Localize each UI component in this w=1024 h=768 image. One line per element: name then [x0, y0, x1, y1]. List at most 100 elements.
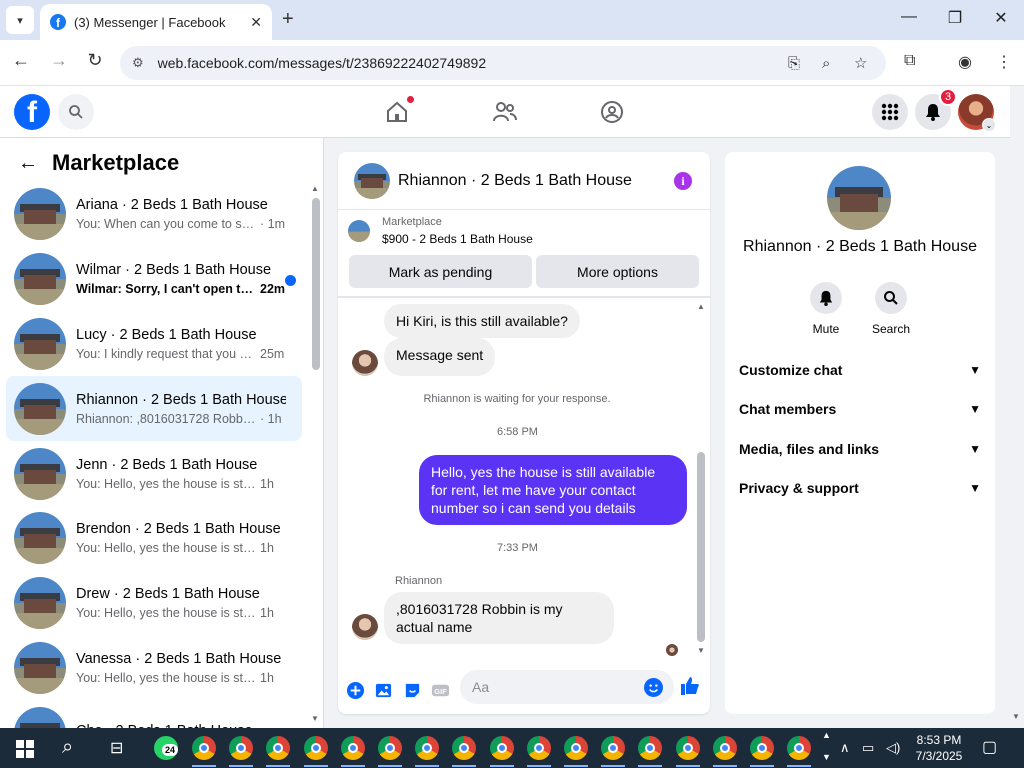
mark-as-pending-button[interactable]: Mark as pending — [349, 255, 532, 288]
chrome-icon[interactable] — [564, 736, 588, 760]
notifications-button[interactable]: 3 — [915, 88, 957, 130]
list-item[interactable]: Drew · 2 Beds 1 Bath House You: Hello, ye… — [6, 571, 302, 636]
chrome-icon[interactable] — [229, 736, 254, 760]
list-item[interactable]: Brendon · 2 Beds 1 Bath House You: Hello,… — [6, 506, 302, 571]
page-scroll-down-arrow[interactable]: ▼ — [1012, 712, 1020, 721]
customize-chat-row[interactable]: Customize chat ▼ — [739, 356, 981, 384]
sender-avatar[interactable] — [352, 350, 378, 376]
mute-button[interactable]: Mute — [796, 282, 856, 336]
emoji-button[interactable] — [644, 678, 663, 697]
list-item[interactable]: Vanessa · 2 Beds 1 Bath House You: Hello,… — [6, 636, 302, 701]
list-item[interactable]: Che · 2 Beds 1 Bath House — [6, 700, 302, 728]
outgoing-message[interactable]: Hello, yes the house is still available … — [419, 455, 687, 525]
search-in-chat-button[interactable]: Search — [861, 282, 921, 336]
chat-header[interactable]: Rhiannon · 2 Beds 1 Bath House i — [338, 152, 710, 210]
browser-tab[interactable]: f (3) Messenger | Facebook ✕ — [40, 4, 272, 40]
chrome-icon[interactable] — [787, 736, 812, 760]
sender-avatar[interactable] — [352, 614, 378, 640]
maximize-button[interactable]: ❐ — [940, 8, 970, 28]
chrome-icon[interactable] — [526, 736, 551, 760]
facebook-logo-icon[interactable]: f — [14, 94, 50, 130]
message-input[interactable] — [460, 670, 674, 704]
reload-button[interactable]: ↻ — [82, 50, 108, 71]
chrome-icon[interactable] — [675, 736, 700, 760]
unread-indicator — [285, 274, 296, 286]
more-actions-button[interactable] — [345, 680, 365, 700]
profile-icon[interactable]: ◉ — [958, 52, 972, 72]
zoom-icon[interactable]: ⌕ — [822, 46, 830, 80]
network-icon[interactable]: ▭ — [862, 740, 874, 756]
address-bar[interactable]: ⚙ web.facebook.com/messages/t/2386922240… — [120, 46, 886, 80]
list-item[interactable]: Rhiannon · 2 Beds 1 Bath House Rhiannon: … — [6, 376, 302, 442]
scroll-up-arrow[interactable]: ▲ — [697, 302, 705, 311]
list-item[interactable]: Wilmar · 2 Beds 1 Bath House Wilmar: Sorr… — [6, 247, 302, 312]
chrome-icon[interactable] — [303, 736, 328, 760]
back-arrow-icon[interactable]: ← — [18, 152, 38, 175]
chrome-icon[interactable] — [452, 736, 477, 760]
install-app-icon[interactable]: ⎘ — [788, 46, 800, 80]
chrome-icon[interactable] — [378, 736, 402, 760]
system-clock[interactable]: 8:53 PM 7/3/2025 — [906, 732, 972, 764]
scroll-down-arrow[interactable]: ▼ — [697, 646, 705, 655]
volume-icon[interactable]: ◁) — [886, 740, 900, 756]
running-indicator — [415, 765, 440, 767]
search-button[interactable] — [58, 94, 94, 130]
scroll-down-arrow[interactable]: ▼ — [311, 714, 319, 723]
windows-start-icon[interactable] — [16, 740, 34, 758]
bookmark-star-icon[interactable]: ☆ — [854, 46, 867, 80]
conversation-list-scrollbar[interactable] — [312, 198, 320, 370]
extensions-icon[interactable]: ⧉ — [904, 52, 915, 70]
chrome-icon[interactable] — [415, 736, 440, 760]
sticker-button[interactable] — [402, 680, 422, 700]
list-item[interactable]: Lucy · 2 Beds 1 Bath House You: I kindly … — [6, 312, 302, 377]
home-nav-button[interactable] — [384, 96, 414, 125]
search-icon[interactable]: ⌕ — [62, 736, 73, 759]
forward-button[interactable]: → — [46, 50, 72, 71]
attach-photo-button[interactable] — [373, 680, 393, 700]
chrome-icon[interactable] — [601, 736, 626, 760]
site-info-icon[interactable]: ⚙ — [132, 55, 144, 71]
conversation-time: 25m — [260, 346, 285, 361]
incoming-message[interactable]: ,8016031728 Robbin is my actual name — [384, 592, 614, 644]
chrome-icon[interactable] — [340, 736, 365, 760]
chat-members-row[interactable]: Chat members ▼ — [739, 395, 981, 423]
close-tab-icon[interactable]: ✕ — [250, 14, 262, 31]
browser-menu-icon[interactable]: ⋮ — [996, 52, 1012, 72]
taskbar-scroll-up-icon[interactable]: ▲ — [822, 730, 831, 740]
media-files-links-row[interactable]: Media, files and links ▼ — [739, 435, 981, 463]
taskbar-scroll-down-icon[interactable]: ▼ — [822, 752, 831, 762]
task-view-icon[interactable]: ⊟ — [110, 738, 123, 758]
chrome-icon[interactable] — [266, 736, 291, 760]
scroll-up-arrow[interactable]: ▲ — [311, 184, 319, 193]
list-item[interactable]: Jenn · 2 Beds 1 Bath House You: Hello, ye… — [6, 441, 302, 506]
notification-center-icon[interactable]: ▢ — [982, 737, 997, 757]
list-item[interactable]: Ariana · 2 Beds 1 Bath House You: When ca… — [6, 182, 302, 247]
groups-nav-button[interactable] — [599, 99, 625, 125]
incoming-message[interactable]: Hi Kiri, is this still available? — [384, 304, 580, 338]
close-window-button[interactable]: ✕ — [986, 8, 1016, 28]
back-button[interactable]: ← — [8, 50, 34, 71]
friends-nav-button[interactable] — [492, 99, 518, 125]
chrome-icon[interactable] — [712, 736, 737, 760]
chrome-icon[interactable] — [638, 736, 663, 760]
conversation-name: Vanessa · 2 Beds 1 Bath House — [76, 650, 282, 667]
privacy-support-row[interactable]: Privacy & support ▼ — [739, 474, 981, 502]
send-like-button[interactable] — [680, 676, 700, 702]
chrome-icon[interactable] — [489, 736, 514, 760]
chevron-up-icon[interactable]: ∧ — [840, 740, 850, 756]
chrome-icon[interactable] — [750, 736, 774, 760]
chrome-icon[interactable] — [192, 736, 216, 760]
gif-button[interactable]: GIF — [430, 680, 450, 700]
incoming-message[interactable]: Message sent — [384, 338, 496, 376]
chat-scrollbar[interactable] — [697, 452, 705, 642]
menu-button[interactable] — [872, 94, 908, 130]
more-options-button[interactable]: More options — [536, 255, 699, 288]
listing-summary[interactable]: Marketplace $900 - 2 Beds 1 Bath House — [348, 216, 533, 246]
running-indicator — [192, 765, 216, 767]
new-tab-button[interactable]: + — [282, 8, 294, 31]
minimize-button[interactable]: — — [894, 8, 924, 26]
info-icon[interactable]: i — [674, 172, 692, 190]
tab-search-button[interactable]: ▾ — [6, 6, 34, 34]
listing-thumbnail — [14, 512, 66, 565]
account-avatar[interactable]: ⌄ — [958, 94, 996, 132]
